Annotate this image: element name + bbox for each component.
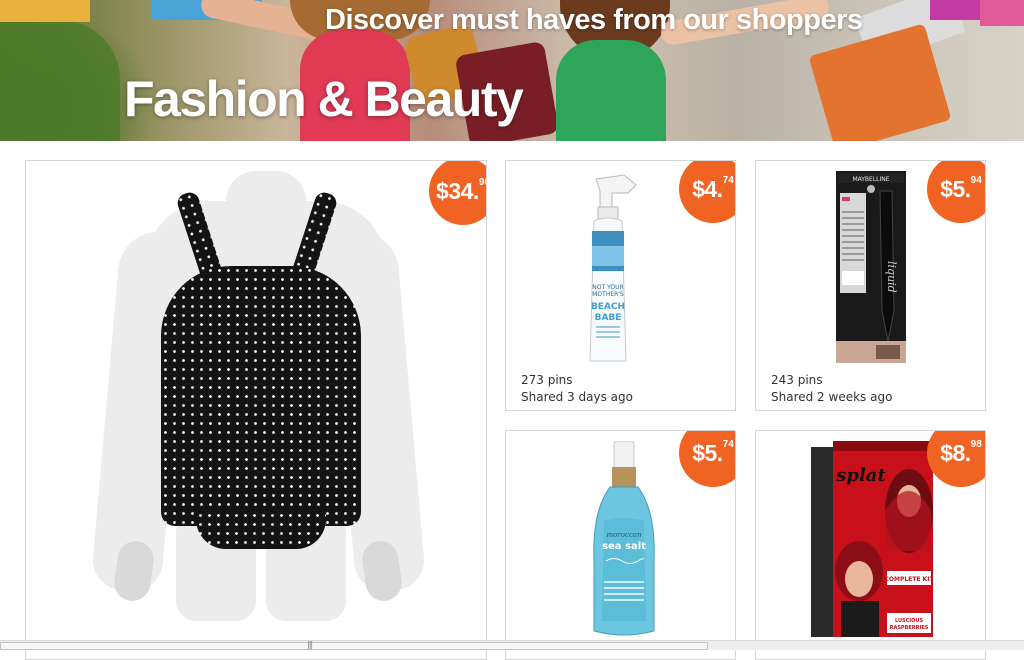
svg-text:RASPBERRIES: RASPBERRIES bbox=[890, 625, 929, 631]
banner-photo-shopper bbox=[556, 40, 666, 141]
banner-tagline: Discover must haves from our shoppers bbox=[325, 4, 863, 36]
svg-text:COMPLETE KIT: COMPLETE KIT bbox=[884, 576, 933, 583]
svg-text:MOTHER'S: MOTHER'S bbox=[592, 291, 624, 298]
scrollbar-grip-icon: ||| bbox=[307, 640, 313, 649]
spray-bottle-icon: NOT YOUR MOTHER'S BEACH BABE bbox=[589, 174, 637, 362]
svg-text:MAYBELLINE: MAYBELLINE bbox=[852, 176, 889, 183]
banner-title: Fashion & Beauty bbox=[124, 71, 524, 127]
product-card-eyeliner[interactable]: MAYBELLINE liquid 243 pins Shared 2 week… bbox=[755, 160, 986, 411]
horizontal-scrollbar[interactable]: ||| bbox=[0, 640, 1024, 650]
svg-text:sea salt: sea salt bbox=[602, 541, 646, 552]
product-card-ogx-sea-salt[interactable]: moroccan sea salt $5.74 bbox=[505, 430, 736, 660]
eyeliner-package-icon: MAYBELLINE liquid bbox=[836, 171, 906, 363]
pin-count: 273 pins bbox=[521, 373, 573, 387]
polka-dot-swimsuit-icon bbox=[90, 171, 427, 621]
price-badge: $5.74 bbox=[679, 431, 735, 487]
price-badge: $34.96 bbox=[429, 161, 486, 225]
banner-photo-bag bbox=[980, 0, 1024, 26]
svg-text:liquid: liquid bbox=[885, 261, 898, 293]
price-badge: $4.74 bbox=[679, 161, 735, 223]
spray-bottle-icon: moroccan sea salt bbox=[593, 441, 655, 636]
scrollbar-thumb[interactable]: ||| bbox=[0, 640, 708, 650]
price-badge: $5.94 bbox=[927, 161, 985, 223]
shared-time: Shared 2 weeks ago bbox=[771, 390, 893, 404]
pin-count: 243 pins bbox=[771, 373, 823, 387]
svg-text:moroccan: moroccan bbox=[607, 531, 642, 539]
svg-text:LUSCIOUS: LUSCIOUS bbox=[895, 618, 924, 624]
product-card-sea-salt-spray[interactable]: NOT YOUR MOTHER'S BEACH BABE 273 pins Sh… bbox=[505, 160, 736, 411]
svg-text:NOT YOUR: NOT YOUR bbox=[592, 284, 623, 291]
hair-dye-box-icon: splat COMPLETE KIT LUSCIOUS RASPBERRIES bbox=[811, 441, 933, 637]
svg-text:BEACH: BEACH bbox=[591, 302, 625, 312]
banner-photo-foliage bbox=[0, 20, 120, 141]
product-card-splat-hair-dye[interactable]: splat COMPLETE KIT LUSCIOUS RASPBERRIES … bbox=[755, 430, 986, 660]
price-badge: $8.98 bbox=[927, 431, 985, 487]
product-card-swimsuit[interactable]: $34.96 bbox=[25, 160, 487, 660]
shared-time: Shared 3 days ago bbox=[521, 390, 633, 404]
svg-text:BABE: BABE bbox=[595, 313, 622, 323]
svg-text:splat: splat bbox=[835, 465, 886, 486]
banner-photo-bag bbox=[0, 0, 90, 22]
hero-banner[interactable]: Discover must haves from our shoppers Fa… bbox=[0, 0, 1024, 141]
